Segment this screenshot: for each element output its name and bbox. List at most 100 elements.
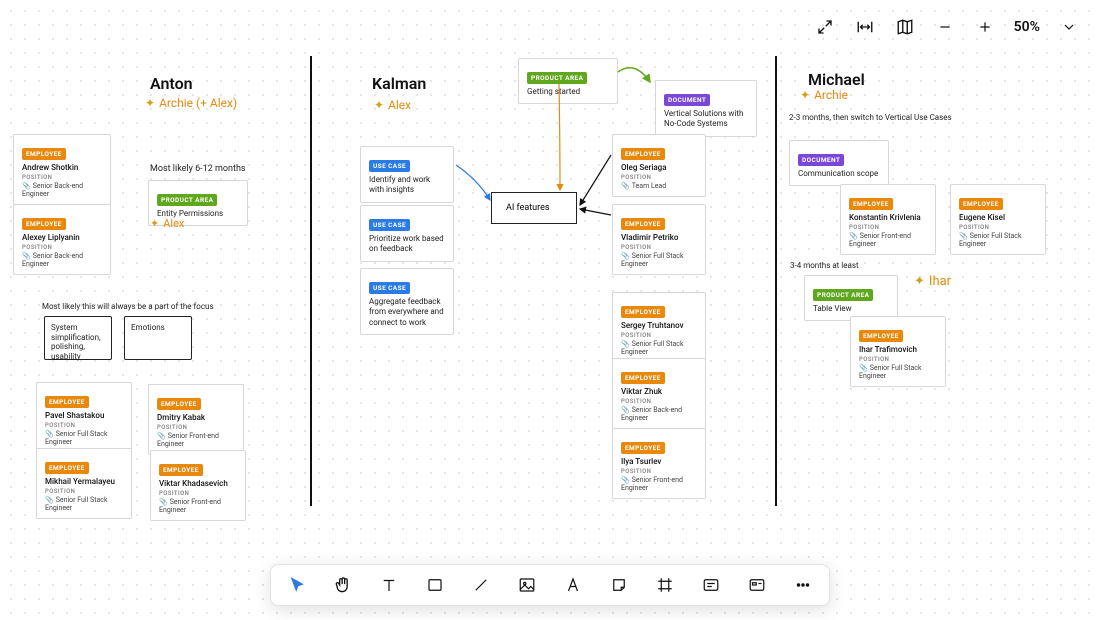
michael-timeline2: 3-4 months at least bbox=[790, 261, 859, 270]
use-case-tag: USE CASE bbox=[369, 219, 410, 231]
link-icon: 📎 bbox=[45, 430, 54, 438]
sparkle-ihar: ✦Ihar bbox=[914, 274, 951, 289]
sparkle-icon: ✦ bbox=[914, 274, 925, 289]
product-area-tag: PRODUCT AREA bbox=[813, 289, 873, 301]
chevron-down-icon[interactable] bbox=[1058, 16, 1080, 38]
form-tool[interactable] bbox=[745, 573, 769, 597]
hand-tool[interactable] bbox=[331, 573, 355, 597]
employee-tag: EMPLOYEE bbox=[849, 198, 893, 210]
link-icon: 📎 bbox=[22, 252, 31, 260]
product-area-card-table-view[interactable]: PRODUCT AREA Table View bbox=[804, 275, 898, 321]
sticky-tool[interactable] bbox=[607, 573, 631, 597]
zoom-out-icon[interactable] bbox=[934, 16, 956, 38]
link-icon: 📎 bbox=[157, 432, 166, 440]
employee-tag: EMPLOYEE bbox=[959, 198, 1003, 210]
employee-tag: EMPLOYEE bbox=[22, 148, 66, 160]
employee-card-sergey[interactable]: EMPLOYEE Sergey Truhtanov POSITION 📎Seni… bbox=[612, 292, 706, 363]
timeline-note: Most likely 6-12 months bbox=[150, 164, 246, 174]
sparkle-alex: ✦Alex bbox=[150, 217, 184, 230]
michael-timeline: 2-3 months, then switch to Vertical Use … bbox=[789, 113, 952, 122]
employee-card-mikhail[interactable]: EMPLOYEE Mikhail Yermalayeu POSITION 📎Se… bbox=[36, 448, 132, 519]
employee-card-vladimir[interactable]: EMPLOYEE Vladimir Petriko POSITION 📎Seni… bbox=[612, 204, 706, 275]
link-icon: 📎 bbox=[621, 252, 630, 260]
column-subtitle-kalman: ✦Alex bbox=[374, 98, 411, 112]
top-toolbar: 50% bbox=[814, 16, 1080, 38]
zoom-level[interactable]: 50% bbox=[1014, 19, 1040, 35]
product-area-tag: PRODUCT AREA bbox=[527, 72, 587, 84]
card-tool[interactable] bbox=[699, 573, 723, 597]
product-area-tag: PRODUCT AREA bbox=[157, 194, 217, 206]
image-tool[interactable] bbox=[515, 573, 539, 597]
link-icon: 📎 bbox=[159, 498, 168, 506]
link-icon: 📎 bbox=[621, 182, 630, 190]
column-divider bbox=[775, 56, 777, 506]
use-case-card-aggregate[interactable]: USE CASE Aggregate feedback from everywh… bbox=[360, 268, 454, 335]
sparkle-icon: ✦ bbox=[374, 98, 384, 112]
link-icon: 📎 bbox=[621, 406, 630, 414]
column-title-anton: Anton bbox=[150, 74, 193, 93]
use-case-tag: USE CASE bbox=[369, 160, 410, 172]
sparkle-icon: ✦ bbox=[150, 217, 159, 230]
use-case-card-prioritize[interactable]: USE CASE Prioritize work based on feedba… bbox=[360, 205, 454, 262]
expand-icon[interactable] bbox=[814, 16, 836, 38]
bottom-toolbar bbox=[270, 564, 830, 606]
document-card-comm-scope[interactable]: DOCUMENT Communication scope bbox=[789, 140, 889, 186]
use-case-tag: USE CASE bbox=[369, 282, 410, 294]
employee-card-eugene[interactable]: EMPLOYEE Eugene Kisel POSITION 📎Senior F… bbox=[950, 184, 1046, 255]
employee-card-oleg[interactable]: EMPLOYEE Oleg Seriaga POSITION 📎Team Lea… bbox=[612, 134, 706, 197]
note-system[interactable]: System simplification, polishing, usabil… bbox=[44, 316, 112, 360]
text-tool[interactable] bbox=[377, 573, 401, 597]
frame-tool[interactable] bbox=[653, 573, 677, 597]
note-emotions[interactable]: Emotions bbox=[124, 316, 192, 360]
use-case-card-insights[interactable]: USE CASE Identify and work with insights bbox=[360, 146, 454, 203]
employee-tag: EMPLOYEE bbox=[621, 442, 665, 454]
zoom-in-icon[interactable] bbox=[974, 16, 996, 38]
employee-tag: EMPLOYEE bbox=[45, 396, 89, 408]
employee-tag: EMPLOYEE bbox=[45, 462, 89, 474]
line-tool[interactable] bbox=[469, 573, 493, 597]
ai-features-node[interactable]: AI features bbox=[491, 192, 577, 224]
employee-card-viktar-k[interactable]: EMPLOYEE Viktar Khadasevich POSITION 📎Se… bbox=[150, 450, 246, 521]
link-icon: 📎 bbox=[621, 340, 630, 348]
employee-card-pavel[interactable]: EMPLOYEE Pavel Shastakou POSITION 📎Senio… bbox=[36, 382, 132, 453]
column-subtitle-anton: ✦Archie (+ Alex) bbox=[145, 96, 237, 110]
column-subtitle-michael: ✦Archie bbox=[800, 88, 848, 102]
product-area-card-getting-started[interactable]: PRODUCT AREA Getting started bbox=[518, 58, 618, 104]
focus-note: Most likely this will always be a part o… bbox=[42, 302, 214, 311]
employee-tag: EMPLOYEE bbox=[621, 306, 665, 318]
column-divider bbox=[310, 56, 312, 506]
fit-width-icon[interactable] bbox=[854, 16, 876, 38]
sparkle-icon: ✦ bbox=[145, 96, 155, 110]
employee-card-andrew[interactable]: EMPLOYEE Andrew Shotkin POSITION 📎Senior… bbox=[13, 134, 111, 205]
link-icon: 📎 bbox=[22, 182, 31, 190]
employee-tag: EMPLOYEE bbox=[621, 218, 665, 230]
more-tools-icon[interactable] bbox=[791, 573, 815, 597]
employee-card-ihar[interactable]: EMPLOYEE Ihar Trafimovich POSITION 📎Seni… bbox=[850, 316, 946, 387]
employee-tag: EMPLOYEE bbox=[22, 218, 66, 230]
employee-tag: EMPLOYEE bbox=[157, 398, 201, 410]
text-style-tool[interactable] bbox=[561, 573, 585, 597]
employee-tag: EMPLOYEE bbox=[621, 148, 665, 160]
pointer-tool[interactable] bbox=[285, 573, 309, 597]
employee-card-zhuk[interactable]: EMPLOYEE Viktar Zhuk POSITION 📎Senior Ba… bbox=[612, 358, 706, 429]
document-tag: DOCUMENT bbox=[664, 94, 710, 106]
link-icon: 📎 bbox=[45, 496, 54, 504]
document-tag: DOCUMENT bbox=[798, 154, 844, 166]
rectangle-tool[interactable] bbox=[423, 573, 447, 597]
employee-tag: EMPLOYEE bbox=[621, 372, 665, 384]
map-icon[interactable] bbox=[894, 16, 916, 38]
link-icon: 📎 bbox=[959, 232, 968, 240]
link-icon: 📎 bbox=[859, 364, 868, 372]
employee-card-ilya[interactable]: EMPLOYEE Ilya Tsurlev POSITION 📎Senior F… bbox=[612, 428, 706, 499]
employee-card-konstantin[interactable]: EMPLOYEE Konstantin Krivlenia POSITION 📎… bbox=[840, 184, 936, 255]
link-icon: 📎 bbox=[849, 232, 858, 240]
employee-tag: EMPLOYEE bbox=[859, 330, 903, 342]
employee-tag: EMPLOYEE bbox=[159, 464, 203, 476]
employee-card-dmitry[interactable]: EMPLOYEE Dmitry Kabak POSITION 📎Senior F… bbox=[148, 384, 244, 455]
column-title-michael: Michael bbox=[808, 70, 865, 89]
link-icon: 📎 bbox=[621, 476, 630, 484]
column-title-kalman: Kalman bbox=[372, 74, 426, 93]
sparkle-icon: ✦ bbox=[800, 88, 810, 102]
document-card-vertical[interactable]: DOCUMENT Vertical Solutions with No-Code… bbox=[655, 80, 757, 137]
employee-card-alexey[interactable]: EMPLOYEE Alexey Liplyanin POSITION 📎Seni… bbox=[13, 204, 111, 275]
